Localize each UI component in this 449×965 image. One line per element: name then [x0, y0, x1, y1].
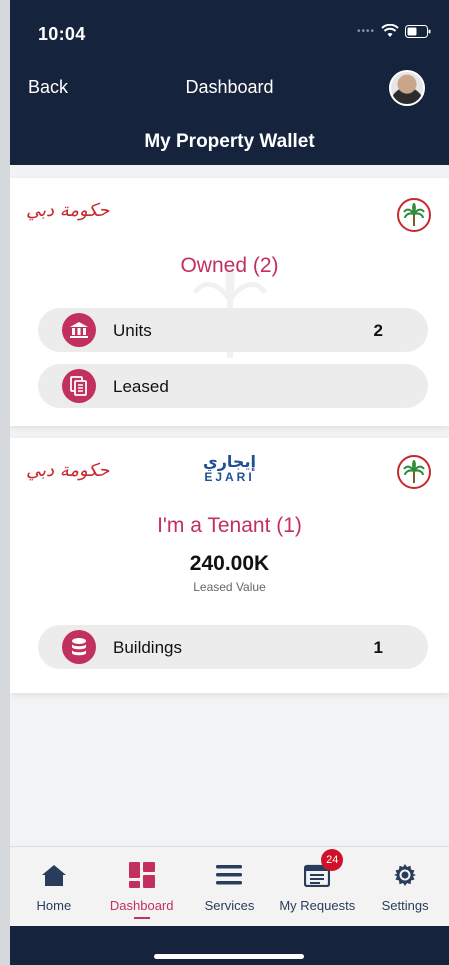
- documents-icon: [62, 369, 96, 403]
- app-screen: 10:04 •••• Back Dashboard My Property Wa…: [10, 0, 449, 965]
- nav-title: Dashboard: [185, 77, 274, 97]
- leased-row[interactable]: Leased: [38, 364, 428, 408]
- palm-logo-icon: [397, 198, 431, 232]
- owned-heading: Owned (2): [180, 254, 279, 277]
- buildings-count: 1: [373, 638, 383, 657]
- avatar[interactable]: [389, 70, 425, 106]
- dubai-government-logo: حكومة دبي: [26, 200, 110, 221]
- palm-logo-icon: [397, 455, 431, 489]
- units-count: 2: [373, 321, 383, 340]
- leased-value: 240.00K: [189, 552, 270, 575]
- leased-value-label: Leased Value: [193, 580, 266, 594]
- tab-dashboard[interactable]: Dashboard: [98, 847, 186, 926]
- tab-my-requests[interactable]: 24 My Requests: [273, 847, 361, 926]
- menu-icon: [214, 861, 244, 889]
- tab-label: Settings: [381, 898, 429, 913]
- status-icons: ••••: [357, 24, 431, 38]
- tenant-card: حكومة دبي إيجاري EJARI I'm a Tenant (1) …: [10, 438, 449, 693]
- signal-icon: ••••: [356, 25, 375, 37]
- tab-label: Home: [36, 898, 72, 913]
- header: 10:04 •••• Back Dashboard My Property Wa…: [10, 0, 449, 165]
- tab-bar: Home Dashboard Services 24 My Requests S…: [10, 846, 449, 926]
- requests-badge: 24: [321, 849, 344, 871]
- building-icon: [62, 313, 96, 347]
- page-title: My Property Wallet: [144, 131, 315, 152]
- status-time: 10:04: [38, 24, 86, 44]
- home-indicator-area: [10, 926, 449, 965]
- tab-label: Dashboard: [109, 898, 174, 913]
- tab-settings[interactable]: Settings: [361, 847, 449, 926]
- units-label: Units: [113, 321, 152, 340]
- battery-icon: [405, 24, 431, 38]
- ejari-arabic: إيجاري: [203, 454, 256, 471]
- home-icon: [39, 861, 69, 889]
- active-tab-indicator: [133, 917, 150, 919]
- ejari-english: EJARI: [204, 470, 255, 484]
- dashboard-icon: [127, 861, 157, 889]
- tab-label: Services: [204, 898, 255, 913]
- wifi-icon: [381, 24, 399, 37]
- units-row[interactable]: Units 2: [38, 308, 428, 352]
- tab-label: My Requests: [279, 898, 356, 913]
- tab-services[interactable]: Services: [186, 847, 274, 926]
- tenant-heading: I'm a Tenant (1): [157, 514, 302, 537]
- owned-card: حكومة دبي Owned (2) Units 2 Leased: [10, 178, 449, 426]
- home-indicator[interactable]: [154, 954, 304, 959]
- ejari-logo: إيجاري EJARI: [10, 454, 449, 484]
- leased-label-text: Leased: [113, 377, 169, 396]
- gear-icon: [390, 861, 420, 889]
- buildings-label: Buildings: [113, 638, 182, 657]
- buildings-row[interactable]: Buildings 1: [38, 625, 428, 669]
- tab-home[interactable]: Home: [10, 847, 98, 926]
- database-icon: [62, 630, 96, 664]
